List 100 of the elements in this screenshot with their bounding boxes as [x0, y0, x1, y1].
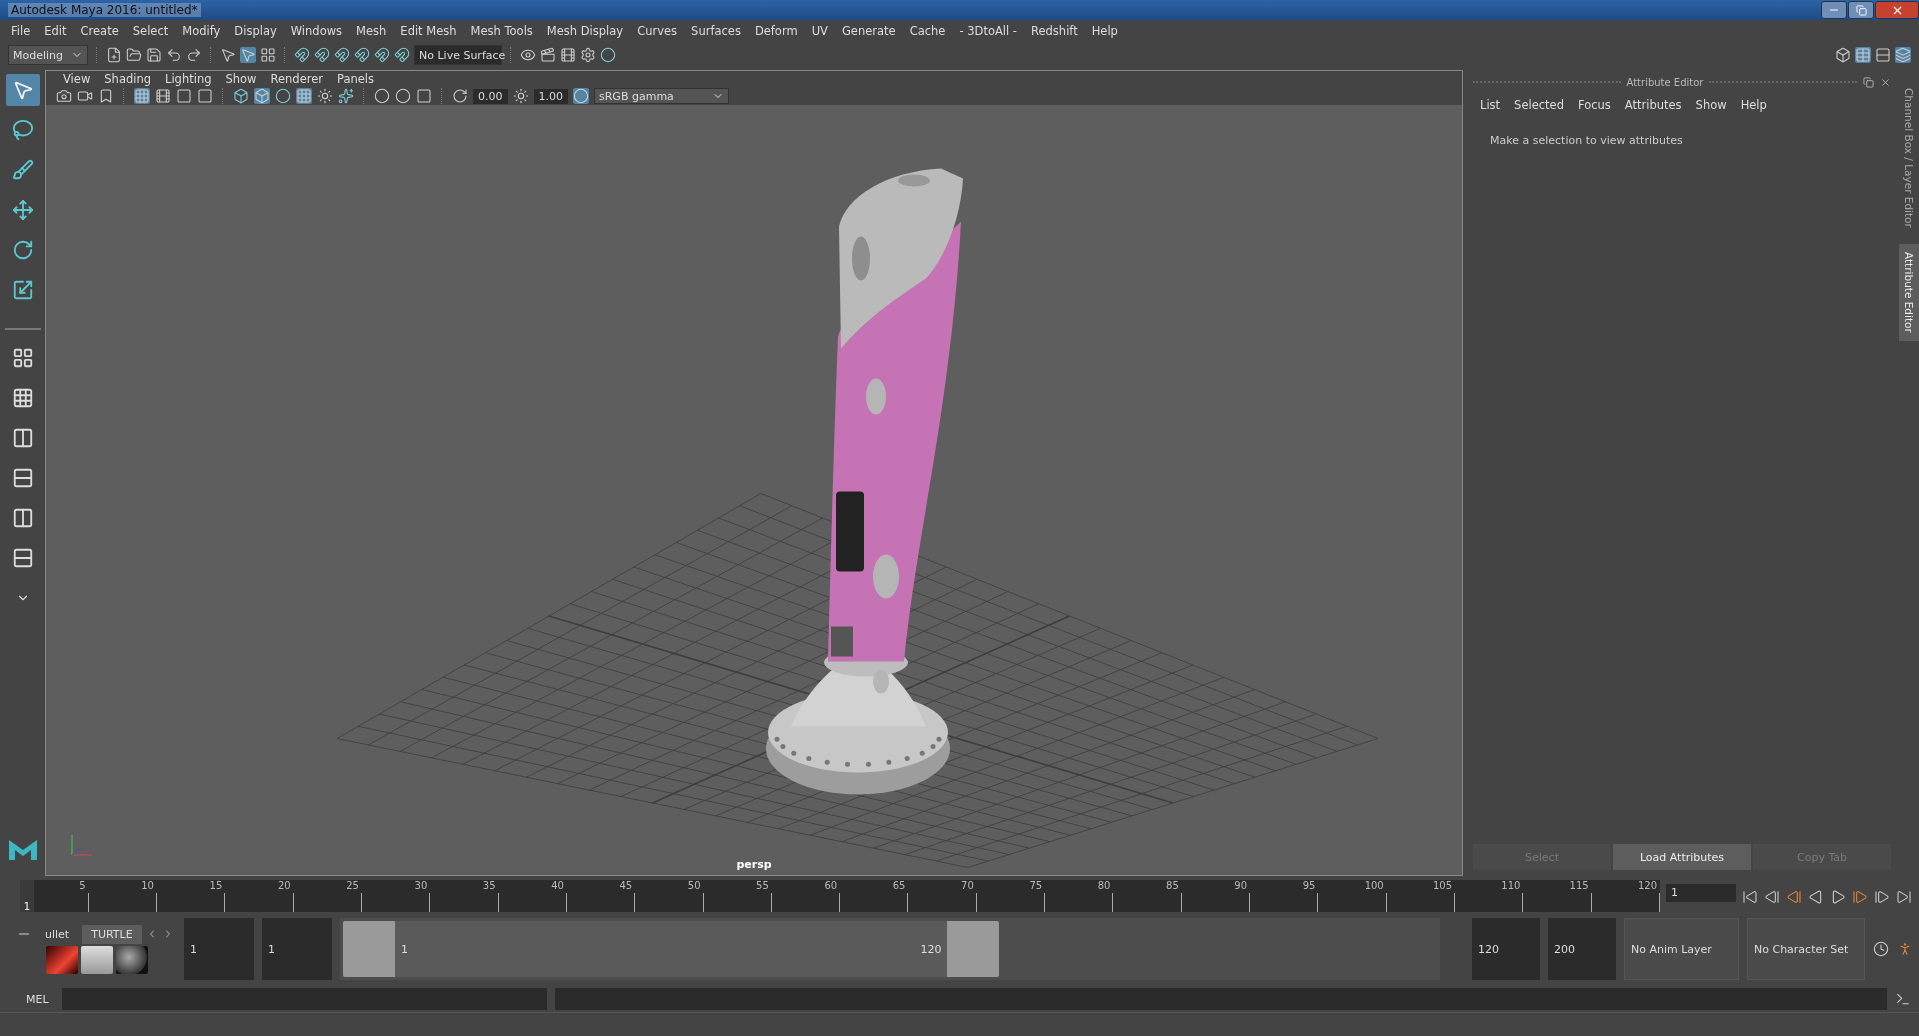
command-output-field[interactable]	[555, 988, 1887, 1010]
menu-item[interactable]: Windows	[283, 24, 350, 38]
step-back-icon[interactable]	[1764, 889, 1780, 905]
magnet-icon[interactable]	[294, 47, 310, 63]
scale-icon[interactable]	[11, 279, 34, 301]
menu-item[interactable]: Create	[73, 24, 126, 38]
menu-item[interactable]: Edit	[37, 24, 74, 38]
menu-item[interactable]: Renderer	[263, 72, 331, 87]
menu-item[interactable]: - 3DtoAll -	[952, 24, 1024, 38]
magnet-icon[interactable]	[334, 47, 350, 63]
new-file-icon[interactable]	[106, 47, 122, 63]
menu-item[interactable]: Attributes	[1617, 98, 1689, 112]
play-icon[interactable]	[1830, 889, 1846, 905]
mode-dropdown[interactable]: Modeling	[8, 45, 88, 65]
skip-back-icon[interactable]	[1742, 889, 1758, 905]
exposure-field[interactable]: 0.00	[473, 88, 508, 104]
square-icon[interactable]	[176, 88, 192, 105]
shelf-tab[interactable]: TURTLE	[82, 924, 142, 944]
magnet-icon[interactable]	[314, 47, 330, 63]
color-space-dropdown[interactable]: sRGB gamma	[594, 88, 729, 105]
playback-start-field[interactable]: 1	[262, 918, 332, 980]
menu-item[interactable]: Focus	[1570, 98, 1618, 112]
eye-icon[interactable]	[520, 47, 536, 63]
bookmark-icon[interactable]	[98, 88, 114, 105]
menu-item[interactable]: Mesh Display	[539, 24, 631, 38]
move-icon[interactable]	[11, 199, 34, 221]
menu-item[interactable]: View	[56, 72, 98, 87]
redo-icon[interactable]	[186, 47, 202, 63]
current-frame-marker[interactable]: 1	[20, 880, 34, 912]
menu-item[interactable]: Display	[227, 24, 284, 38]
close-button[interactable]	[1875, 1, 1919, 19]
magnet-icon[interactable]	[354, 47, 370, 63]
time-slider[interactable]: 1 5 10 15 20 25 30 35 40 45 50 55 60 65 70 75 80 85 90 95 100 105 110 115 120	[20, 880, 1660, 912]
close-icon[interactable]	[1880, 76, 1891, 88]
key-forward-icon[interactable]	[1852, 889, 1868, 905]
menu-item[interactable]: Edit Mesh	[393, 24, 464, 38]
step-forward-icon[interactable]	[1874, 889, 1890, 905]
character-set-dropdown[interactable]: No Character Set	[1747, 918, 1865, 980]
play-backward-icon[interactable]	[1808, 889, 1824, 905]
folder-icon[interactable]	[126, 47, 142, 63]
circle-icon[interactable]	[395, 88, 411, 105]
square-icon[interactable]	[416, 88, 432, 105]
fire-shelf-icon[interactable]	[46, 945, 78, 974]
film-icon[interactable]	[155, 88, 171, 105]
layout-icon[interactable]	[11, 507, 34, 529]
range-fill[interactable]: 1 120	[343, 921, 1000, 977]
sphere-icon[interactable]	[374, 88, 390, 105]
skip-forward-icon[interactable]	[1896, 889, 1912, 905]
circle-icon[interactable]	[600, 47, 616, 63]
restore-button[interactable]	[1848, 1, 1874, 19]
grid-icon[interactable]	[260, 47, 276, 63]
float-icon[interactable]	[1863, 76, 1874, 88]
sphere-shelf-icon[interactable]	[116, 945, 148, 974]
cube-icon[interactable]	[1835, 47, 1851, 63]
side-tab[interactable]: Attribute Editor	[1899, 243, 1919, 341]
side-tab[interactable]: Channel Box / Layer Editor	[1899, 80, 1919, 236]
layout-icon[interactable]	[11, 547, 34, 569]
menu-item[interactable]: Select	[125, 24, 176, 38]
menu-item[interactable]: List	[1473, 98, 1508, 112]
menu-item[interactable]: Mesh Tools	[463, 24, 540, 38]
magnet-icon[interactable]	[374, 47, 390, 63]
layout-icon[interactable]	[11, 347, 34, 369]
menu-item[interactable]: Deform	[747, 24, 805, 38]
menu-item[interactable]: Lighting	[158, 72, 219, 87]
rows-icon[interactable]	[1875, 47, 1891, 63]
command-language-label[interactable]: MEL	[26, 992, 54, 1006]
rotate-icon[interactable]	[11, 239, 34, 261]
menu-item[interactable]: Shading	[97, 72, 158, 87]
cube-icon[interactable]	[233, 88, 249, 105]
lasso-icon[interactable]	[11, 119, 34, 141]
clapperboard-icon[interactable]	[540, 47, 556, 63]
menu-item[interactable]: Modify	[175, 24, 228, 38]
menu-item[interactable]: Generate	[834, 24, 903, 38]
panel-button[interactable]: Load Attributes	[1613, 844, 1751, 870]
layout-icon[interactable]	[11, 387, 34, 409]
film-icon[interactable]	[560, 47, 576, 63]
menu-item[interactable]: Selected	[1507, 98, 1571, 112]
menu-item[interactable]: Show	[218, 72, 264, 87]
camera-icon[interactable]	[56, 88, 72, 105]
settings-icon[interactable]	[580, 47, 596, 63]
undo-icon[interactable]	[166, 47, 182, 63]
light-icon[interactable]	[317, 88, 333, 105]
pointer-icon[interactable]	[220, 47, 236, 63]
menu-item[interactable]: Redshift	[1024, 24, 1085, 38]
playback-end-field[interactable]: 120	[1472, 918, 1540, 980]
sparkle-icon[interactable]	[338, 88, 354, 105]
menu-item[interactable]: UV	[804, 24, 835, 38]
script-editor-icon[interactable]	[1895, 991, 1911, 1007]
magnet-icon[interactable]	[394, 47, 410, 63]
square-icon[interactable]	[197, 88, 213, 105]
range-slider[interactable]: 1 120	[340, 918, 1440, 980]
running-figure-icon[interactable]	[1897, 941, 1913, 957]
minimize-button[interactable]	[1821, 1, 1847, 19]
grid-icon[interactable]	[134, 88, 150, 105]
menu-item[interactable]: Surfaces	[684, 24, 748, 38]
menu-item[interactable]: Help	[1733, 98, 1774, 112]
gamma-field[interactable]: 1.00	[533, 88, 568, 104]
checker-icon[interactable]	[296, 88, 312, 105]
clock-icon[interactable]	[1873, 941, 1889, 957]
start-frame-field[interactable]: 1	[184, 918, 254, 980]
